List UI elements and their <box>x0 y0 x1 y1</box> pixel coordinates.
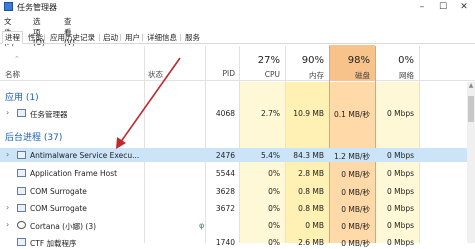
column-network[interactable]: 0% 网络 <box>375 45 419 81</box>
column-status[interactable]: 状态 <box>148 69 163 80</box>
leaf-icon: φ <box>199 221 205 230</box>
process-memory: 10.9 MB <box>293 109 324 118</box>
column-name[interactable]: 名称 <box>5 69 20 80</box>
process-disk: 0 MB/秒 <box>341 205 370 214</box>
tab-divider <box>120 34 121 41</box>
process-pid: 3672 <box>215 204 235 213</box>
process-network: 0 Mbps <box>386 204 414 213</box>
column-cpu[interactable]: 27% CPU <box>239 45 285 81</box>
process-disk: 0 MB/秒 <box>341 170 370 179</box>
expand-chevron-icon[interactable]: › <box>6 108 9 117</box>
process-network: 0 Mbps <box>386 221 414 230</box>
close-button[interactable]: ✕ <box>454 0 474 14</box>
process-pid: 4068 <box>215 109 235 118</box>
process-name: COM Surrogate <box>30 187 87 196</box>
process-pid: 3628 <box>215 187 235 196</box>
memory-label: 内存 <box>309 71 324 80</box>
service-icon <box>17 151 26 159</box>
minimize-button[interactable]: – <box>412 0 432 14</box>
process-disk: 0.1 MB/秒 <box>334 110 370 119</box>
column-disk[interactable]: 98% 磁盘 <box>329 45 375 81</box>
column-pid[interactable]: PID <box>207 69 235 78</box>
cpu-percent: 27% <box>257 55 280 66</box>
cpu-label: CPU <box>264 70 280 79</box>
process-disk: 0 MB/秒 <box>341 239 370 248</box>
tab-app-history[interactable]: 应用历史记录 <box>47 31 98 44</box>
group-apps: 应用 (1) <box>5 93 39 103</box>
title-bar: 任务管理器 – ☐ ✕ <box>0 0 475 14</box>
process-name: COM Surrogate <box>30 204 87 213</box>
task-manager-icon <box>4 2 13 11</box>
process-disk: 0 MB/秒 <box>341 188 370 197</box>
tab-users[interactable]: 用户 <box>122 31 143 44</box>
process-row-cortana[interactable]: › Cortana (小娜) (3) φ 0% 0 MB 0 MB/秒 0 Mb… <box>0 218 467 232</box>
column-header: ⌃ 名称 状态 PID 27% CPU 90% 内存 98% 磁盘 0% 网络 <box>0 45 475 81</box>
process-cpu: 0% <box>268 221 280 230</box>
process-memory: 0 MB <box>305 221 324 230</box>
process-cpu: 5.4% <box>260 151 280 160</box>
tab-services[interactable]: 服务 <box>182 31 203 44</box>
process-name: Antimalware Service Execu... <box>30 151 140 160</box>
tab-startup[interactable]: 启动 <box>100 31 121 44</box>
process-disk: 0 MB/秒 <box>341 222 370 231</box>
process-pid: 5544 <box>215 169 235 178</box>
column-memory[interactable]: 90% 内存 <box>285 45 329 81</box>
process-name: CTF 加载程序 <box>30 239 77 248</box>
process-cpu: 0% <box>268 169 280 178</box>
memory-percent: 90% <box>301 55 324 66</box>
application-icon <box>17 238 26 246</box>
scrollbar-thumb[interactable] <box>468 96 474 122</box>
network-percent: 0% <box>398 55 414 66</box>
process-network: 0 Mbps <box>386 169 414 178</box>
process-row-task-manager[interactable]: › 任务管理器 4068 2.7% 10.9 MB 0.1 MB/秒 0 Mbp… <box>0 106 467 120</box>
sort-caret-icon: ⌃ <box>14 55 20 63</box>
tab-divider <box>142 34 143 41</box>
process-network: 0 Mbps <box>386 151 414 160</box>
process-row-application-frame-host[interactable]: Application Frame Host 5544 0% 2.8 MB 0 … <box>0 166 467 180</box>
task-manager-app-icon <box>17 109 26 117</box>
disk-percent: 98% <box>347 55 370 66</box>
process-cpu: 0% <box>268 187 280 196</box>
expand-chevron-icon[interactable]: › <box>6 150 9 159</box>
process-disk: 1.2 MB/秒 <box>334 152 370 161</box>
process-cpu: 0% <box>268 204 280 213</box>
tab-divider <box>44 34 45 41</box>
process-cpu: 2.7% <box>260 109 280 118</box>
process-memory: 0.8 MB <box>298 204 324 213</box>
tab-bar: 进程 性能 应用历史记录 启动 用户 详细信息 服务 <box>0 30 475 44</box>
network-label: 网络 <box>399 71 414 80</box>
process-memory: 2.8 MB <box>298 169 324 178</box>
process-name: 任务管理器 <box>30 110 68 119</box>
disk-label: 磁盘 <box>355 71 370 80</box>
scroll-up-icon[interactable]: ▲ <box>467 82 475 92</box>
process-pid: 2476 <box>215 151 235 160</box>
process-row-antimalware[interactable]: › Antimalware Service Execu... 2476 5.4%… <box>0 148 467 162</box>
process-memory: 84.3 MB <box>293 151 324 160</box>
process-name: Application Frame Host <box>30 169 118 178</box>
tab-divider <box>180 34 181 41</box>
application-icon <box>17 187 26 195</box>
process-row-com-surrogate[interactable]: COM Surrogate 3628 0% 0.8 MB 0 MB/秒 0 Mb… <box>0 184 467 198</box>
application-icon <box>17 169 26 177</box>
expand-chevron-icon[interactable]: › <box>6 220 9 229</box>
application-icon <box>17 204 26 212</box>
process-row-ctf-loader[interactable]: CTF 加载程序 1740 0% 2.6 MB 0 MB/秒 0 Mbps <box>0 235 467 249</box>
process-memory: 0.8 MB <box>298 187 324 196</box>
window-title: 任务管理器 <box>17 3 57 12</box>
group-background-processes: 后台进程 (37) <box>5 133 63 143</box>
process-network: 0 Mbps <box>386 109 414 118</box>
cortana-icon <box>17 221 26 229</box>
expand-chevron-icon[interactable]: › <box>6 203 9 212</box>
tab-details[interactable]: 详细信息 <box>144 31 180 44</box>
process-name: Cortana (小娜) (3) <box>30 222 97 231</box>
maximize-button[interactable]: ☐ <box>433 0 453 14</box>
process-network: 0 Mbps <box>386 187 414 196</box>
tab-processes[interactable]: 进程 <box>2 31 23 44</box>
process-row-com-surrogate[interactable]: › COM Surrogate 3672 0% 0.8 MB 0 MB/秒 0 … <box>0 201 467 215</box>
tab-performance[interactable]: 性能 <box>25 31 46 44</box>
